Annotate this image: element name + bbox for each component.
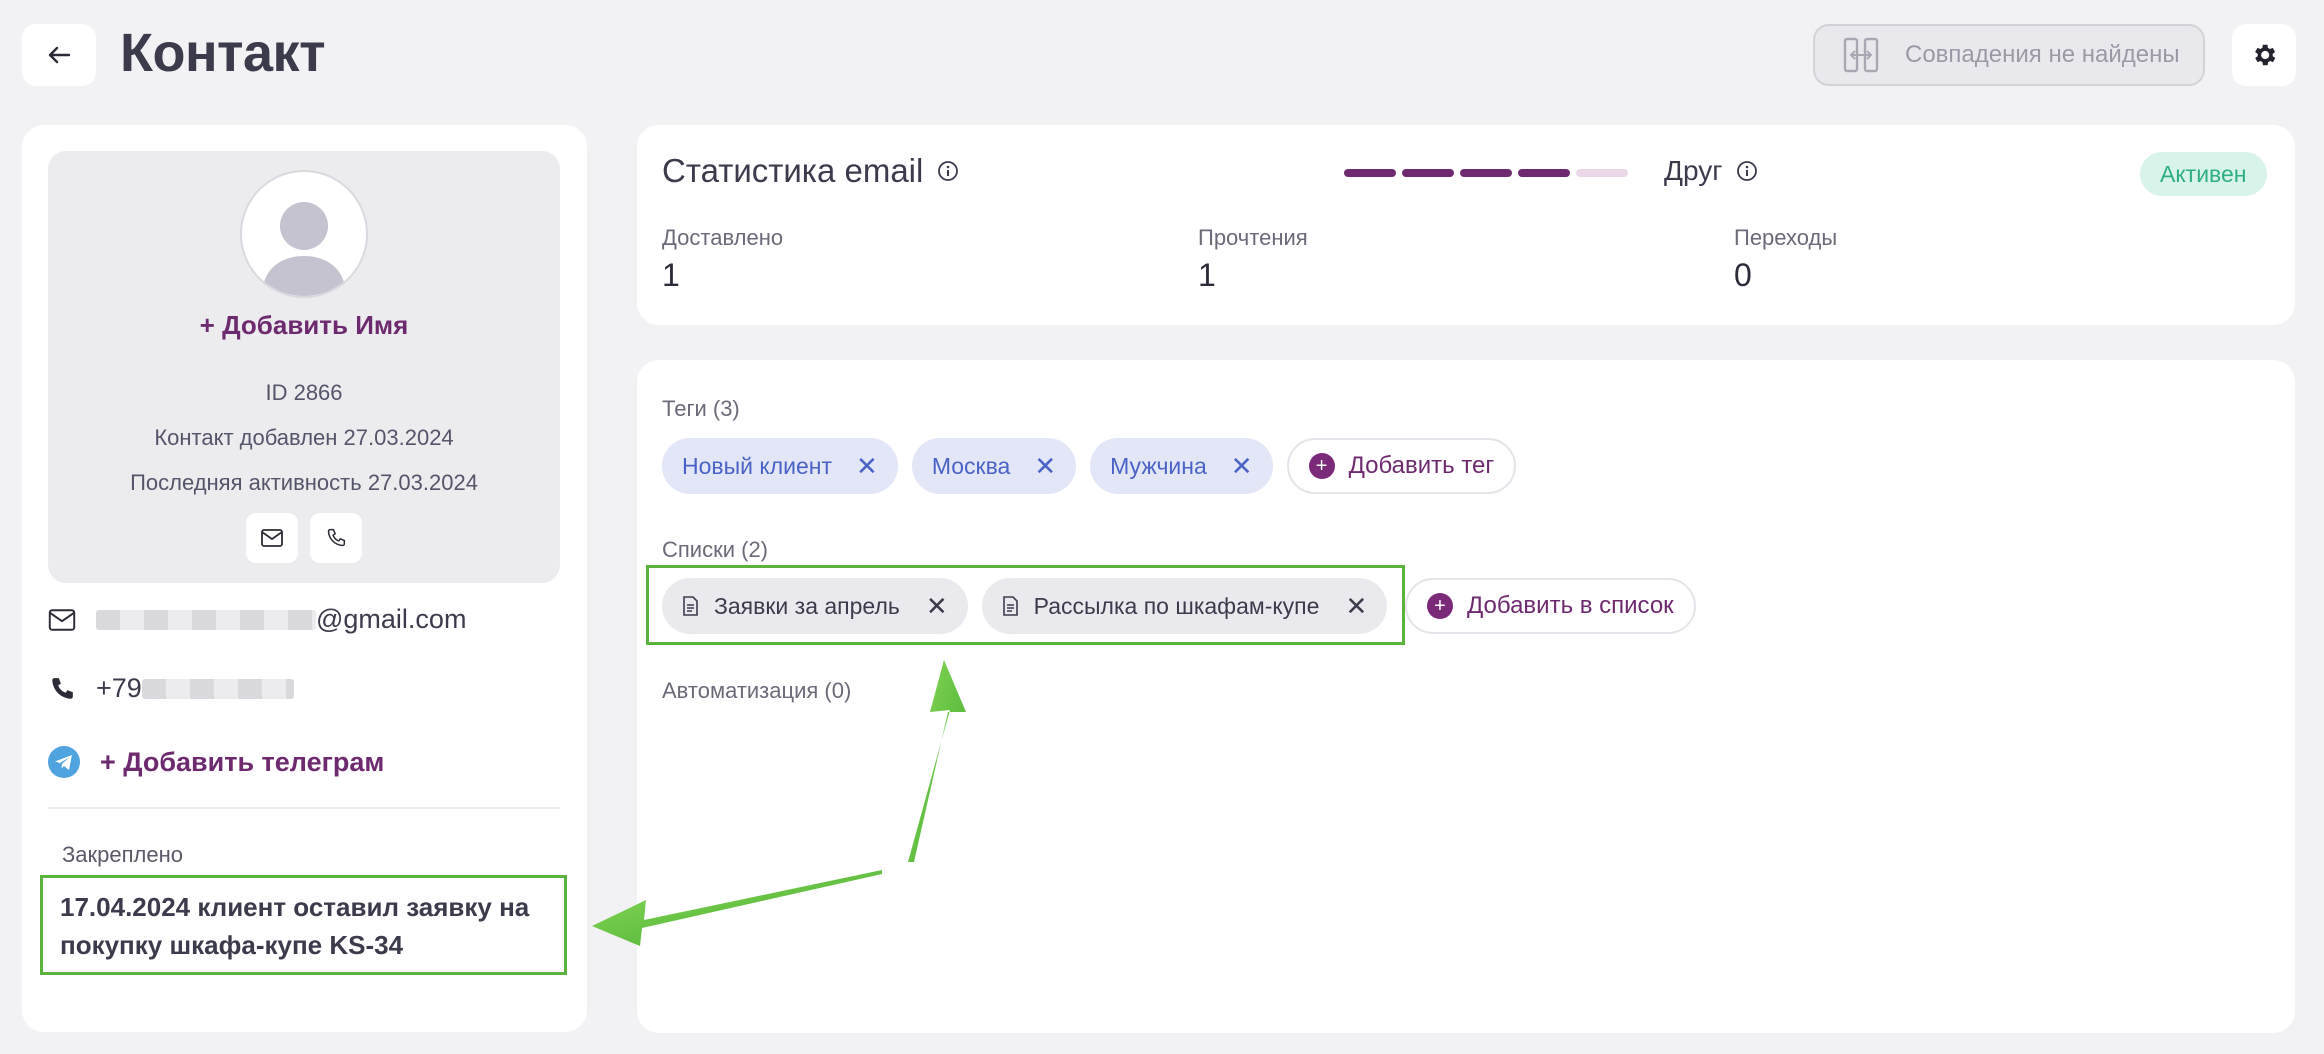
tag-chip[interactable]: Москва ✕ [911, 438, 1077, 494]
lists-label: Списки (2) [662, 537, 769, 562]
plus-icon: + [1308, 453, 1335, 479]
add-telegram-link[interactable]: + Добавить телеграм [48, 746, 384, 778]
tag-label: Мужчина [1110, 452, 1207, 479]
add-to-list-button[interactable]: + Добавить в список [1405, 578, 1696, 634]
pinned-note[interactable]: 17.04.2024 клиент оставил заявку на поку… [40, 875, 567, 975]
add-name-link[interactable]: + Добавить Имя [48, 310, 560, 341]
stat-value: 0 [1734, 257, 1752, 293]
divider [48, 807, 560, 809]
list-chip[interactable]: Заявки за апрель ✕ [662, 578, 968, 634]
email-redacted [96, 609, 316, 630]
email-stats-title: Статистика email [662, 152, 959, 190]
merge-icon [1843, 37, 1879, 73]
automation-label: Автоматизация (0) [662, 678, 852, 703]
phone-icon [52, 677, 73, 699]
add-tag-label: Добавить тег [1348, 452, 1495, 479]
call-button[interactable] [310, 513, 362, 563]
engagement-rating [1344, 169, 1628, 177]
info-icon[interactable] [937, 160, 959, 182]
stat-value: 1 [1198, 257, 1216, 293]
tag-chip[interactable]: Мужчина ✕ [1090, 438, 1273, 494]
list-label: Рассылка по шкафам-купе [1033, 592, 1320, 619]
settings-button[interactable] [2232, 24, 2296, 86]
relation-text: Друг [1664, 155, 1723, 186]
info-icon[interactable] [1736, 160, 1758, 182]
contact-id: ID 2866 [265, 380, 343, 405]
stat-clicks: Переходы 0 [1734, 225, 1837, 294]
phone-icon [327, 528, 346, 547]
envelope-icon [261, 529, 283, 547]
pinned-label: Закреплено [62, 842, 183, 867]
stat-label: Переходы [1734, 225, 1838, 250]
list-label: Заявки за апрель [714, 592, 900, 619]
document-icon [683, 596, 698, 616]
plus-icon: + [1427, 593, 1453, 619]
status-badge: Активен [2140, 152, 2267, 196]
duplicates-button[interactable]: Совпадения не найдены [1813, 24, 2205, 86]
envelope-icon [48, 608, 76, 631]
add-list-label: Добавить в список [1467, 592, 1674, 619]
tags-row: Новый клиент ✕ Москва ✕ Мужчина ✕ + Доба… [662, 438, 1517, 494]
tag-chip[interactable]: Новый клиент ✕ [662, 438, 898, 494]
rating-segment [1576, 169, 1628, 177]
email-row[interactable]: @gmail.com [48, 604, 466, 635]
add-tag-button[interactable]: + Добавить тег [1286, 438, 1517, 494]
close-icon[interactable]: ✕ [1345, 591, 1367, 622]
user-placeholder-icon [262, 202, 346, 296]
email-stats-title-text: Статистика email [662, 152, 924, 189]
close-icon[interactable]: ✕ [856, 451, 878, 482]
tag-label: Новый клиент [682, 452, 833, 479]
last-activity-date: Последняя активность 27.03.2024 [130, 470, 478, 495]
stat-value: 1 [662, 257, 680, 293]
stat-opens: Прочтения 1 [1198, 225, 1308, 294]
telegram-icon [48, 746, 80, 778]
back-button[interactable] [22, 24, 96, 86]
phone-prefix: +79 [96, 673, 142, 703]
tag-label: Москва [931, 452, 1011, 479]
stat-label: Прочтения [1198, 225, 1308, 250]
phone-row[interactable]: +79 [48, 673, 294, 704]
avatar[interactable] [240, 170, 368, 298]
phone-redacted [141, 678, 294, 699]
relation-label: Друг [1664, 155, 1758, 187]
arrow-left-icon [48, 46, 71, 64]
lists-row: Заявки за апрель ✕ Рассылка по шкафам-ку… [662, 578, 1388, 634]
tags-label: Теги (3) [662, 396, 740, 421]
stat-label: Доставлено [662, 225, 784, 250]
page-title: Контакт [120, 23, 326, 83]
close-icon[interactable]: ✕ [926, 591, 948, 622]
rating-segment [1518, 169, 1570, 177]
gear-icon [2255, 44, 2276, 66]
email-domain: @gmail.com [316, 604, 467, 634]
document-icon [1002, 596, 1018, 616]
rating-segment [1344, 169, 1396, 177]
stat-delivered: Доставлено 1 [662, 225, 783, 294]
close-icon[interactable]: ✕ [1034, 451, 1056, 482]
send-email-button[interactable] [246, 513, 298, 563]
rating-segment [1460, 169, 1512, 177]
list-chip[interactable]: Рассылка по шкафам-купе ✕ [981, 578, 1388, 634]
rating-segment [1402, 169, 1454, 177]
contact-added-date: Контакт добавлен 27.03.2024 [154, 425, 454, 450]
add-telegram-label: + Добавить телеграм [100, 746, 385, 777]
close-icon[interactable]: ✕ [1231, 451, 1253, 482]
duplicates-label: Совпадения не найдены [1905, 41, 2180, 68]
